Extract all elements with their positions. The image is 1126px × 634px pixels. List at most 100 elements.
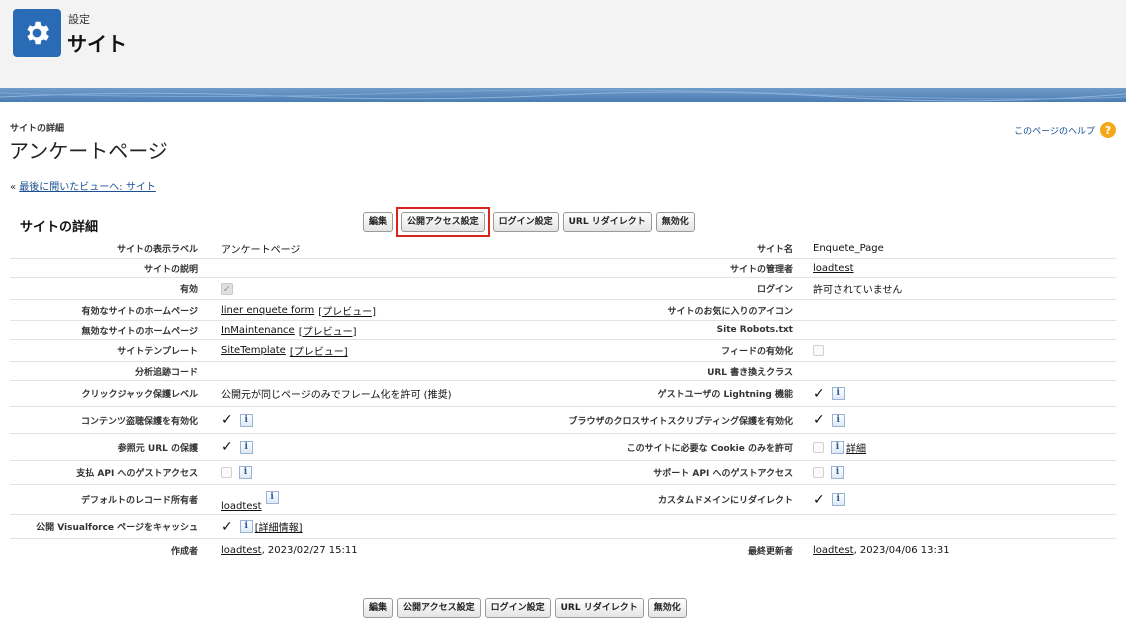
detail-row: 有効 ✓ ログイン 許可されていません (10, 278, 1116, 300)
detail-row: 分析追跡コード URL 書き換えクラス (10, 362, 1116, 381)
setup-header: 設定 サイト (0, 0, 1126, 96)
field-label: ゲストユーザの Lightning 機能 (657, 390, 793, 400)
detail-row: サイトの説明 サイトの管理者 loadtest (10, 259, 1116, 278)
highlight-box: 公開アクセス設定 (396, 207, 490, 237)
info-icon[interactable]: i (239, 520, 253, 533)
active-home-link[interactable]: liner enquete form (221, 305, 314, 316)
bottom-button-row: 編集 公開アクセス設定 ログイン設定 URL リダイレクト 無効化 (363, 598, 687, 618)
detail-row: クリックジャック保護レベル 公開元が同じページのみでフレーム化を許可 (推奨) … (10, 381, 1116, 407)
detail-row: 有効なサイトのホームページ liner enquete form [プレビュー] … (10, 300, 1116, 321)
cookies-checkbox (813, 441, 824, 453)
section-title: サイトの詳細 (20, 220, 99, 235)
info-icon[interactable]: i (239, 440, 253, 454)
field-label: 公開 Visualforce ページをキャッシュ (36, 523, 198, 533)
field-label: カスタムドメインにリダイレクト (657, 496, 793, 506)
cache-vf-detail-link[interactable]: [詳細情報] (255, 519, 303, 534)
field-label: サイトの表示ラベル (116, 244, 198, 255)
field-label: Site Robots.txt (716, 325, 793, 335)
active-home-preview-link[interactable]: [プレビュー] (318, 303, 376, 318)
detail-row: 参照元 URL の保護 ✓ i このサイトに必要な Cookie のみを許可 i詳… (10, 434, 1116, 461)
info-icon[interactable]: i (831, 413, 845, 427)
field-label: サイトテンプレート (117, 347, 198, 357)
help-icon[interactable]: ? (1100, 122, 1116, 138)
detail-row: サイトの表示ラベル アンケートページ サイト名 Enquete_Page (10, 238, 1116, 259)
content-sniffing-check-icon: ✓ (221, 412, 233, 428)
info-icon[interactable]: i (831, 466, 844, 479)
breadcrumb: « 最後に開いたビューへ: サイト (10, 178, 156, 193)
robots-value (813, 321, 1113, 339)
default-owner-link[interactable]: loadtest (221, 501, 262, 512)
created-by-link[interactable]: loadtest (221, 545, 262, 556)
detail-row: 作成者 loadtest, 2023/02/27 15:11 最終更新者 loa… (10, 539, 1116, 561)
created-date: , 2023/02/27 15:11 (261, 544, 358, 556)
field-label: サイトの説明 (143, 264, 198, 275)
edit-button[interactable]: 編集 (363, 212, 394, 232)
field-label: サポート API へのゲストアクセス (653, 469, 793, 479)
public-access-settings-button[interactable]: 公開アクセス設定 (397, 598, 481, 618)
back-prefix: « (10, 182, 20, 193)
template-link[interactable]: SiteTemplate (221, 345, 286, 356)
field-label: サイトのお気に入りのアイコン (667, 306, 793, 317)
help-link[interactable]: このページのヘルプ (1014, 124, 1095, 137)
field-label: ブラウザのクロスサイトスクリプティング保護を有効化 (568, 416, 793, 427)
field-label: 参照元 URL の保護 (117, 443, 198, 454)
referrer-check-icon: ✓ (221, 439, 233, 455)
inactive-home-preview-link[interactable]: [プレビュー] (299, 323, 357, 338)
info-icon[interactable]: i (239, 413, 253, 427)
cookies-detail-link[interactable]: 詳細 (846, 440, 866, 455)
page-title: アンケートページ (9, 139, 168, 163)
field-label: サイト名 (756, 244, 793, 255)
setup-title: サイト (67, 32, 127, 56)
field-label: このサイトに必要な Cookie のみを許可 (626, 443, 793, 454)
field-label: URL 書き換えクラス (707, 367, 793, 378)
login-settings-button[interactable]: ログイン設定 (492, 212, 559, 232)
field-label: 有効 (179, 285, 198, 295)
field-label: 作成者 (170, 546, 198, 557)
top-button-row: 編集 公開アクセス設定 ログイン設定 URL リダイレクト 無効化 (363, 207, 695, 237)
detail-row: デフォルトのレコード所有者 loadtest i カスタムドメインにリダイレクト … (10, 485, 1116, 515)
deactivate-button[interactable]: 無効化 (647, 598, 687, 618)
url-redirect-button[interactable]: URL リダイレクト (554, 598, 644, 618)
info-icon[interactable]: i (831, 493, 845, 506)
field-label: デフォルトのレコード所有者 (80, 496, 198, 506)
field-label: 有効なサイトのホームページ (81, 306, 198, 317)
payments-api-checkbox (221, 467, 232, 478)
field-label: 最終更新者 (747, 546, 793, 557)
custom-domain-check-icon: ✓ (813, 491, 825, 508)
site-admin-link[interactable]: loadtest (813, 263, 854, 274)
detail-table: サイトの表示ラベル アンケートページ サイト名 Enquete_Page サイト… (10, 238, 1116, 561)
url-redirect-button[interactable]: URL リダイレクト (562, 212, 652, 232)
field-label: クリックジャック保護レベル (81, 390, 198, 400)
xss-check-icon: ✓ (813, 412, 825, 428)
favorite-icon-value (813, 300, 1113, 320)
inactive-home-link[interactable]: InMaintenance (221, 325, 295, 336)
info-icon[interactable]: i (831, 440, 844, 454)
field-label: サイトの管理者 (729, 264, 793, 275)
detail-row: コンテンツ盗聴保護を有効化 ✓ i ブラウザのクロスサイトスクリプティング保護を有… (10, 407, 1116, 434)
info-icon[interactable]: i (831, 387, 845, 400)
field-label: 支払 API へのゲストアクセス (76, 469, 198, 479)
detail-row: 支払 API へのゲストアクセス i サポート API へのゲストアクセス i (10, 461, 1116, 485)
setup-label: 設定 (68, 13, 90, 26)
support-api-checkbox (813, 467, 824, 478)
back-to-list-link[interactable]: 最後に開いたビューへ: サイト (19, 182, 156, 193)
url-rewrite-value (813, 362, 1113, 380)
login-value: 許可されていません (813, 285, 903, 296)
edit-button[interactable]: 編集 (363, 598, 394, 618)
template-preview-link[interactable]: [プレビュー] (290, 343, 348, 358)
info-icon[interactable]: i (239, 466, 252, 479)
help-link-group[interactable]: このページのヘルプ ? (1014, 122, 1116, 138)
page-subtitle: サイトの詳細 (10, 124, 65, 134)
modified-by-link[interactable]: loadtest (813, 545, 854, 556)
decorative-band (0, 88, 1126, 102)
gear-icon (13, 9, 61, 57)
login-settings-button[interactable]: ログイン設定 (484, 598, 551, 618)
site-name-value: Enquete_Page (813, 242, 884, 254)
cache-vf-check-icon: ✓ (221, 518, 233, 535)
deactivate-button[interactable]: 無効化 (655, 212, 695, 232)
field-label: 無効なサイトのホームページ (81, 326, 198, 337)
detail-row: 無効なサイトのホームページ InMaintenance [プレビュー] Site … (10, 321, 1116, 340)
public-access-settings-button[interactable]: 公開アクセス設定 (401, 212, 485, 232)
info-icon[interactable]: i (265, 491, 279, 504)
modified-date: , 2023/04/06 13:31 (853, 544, 950, 556)
